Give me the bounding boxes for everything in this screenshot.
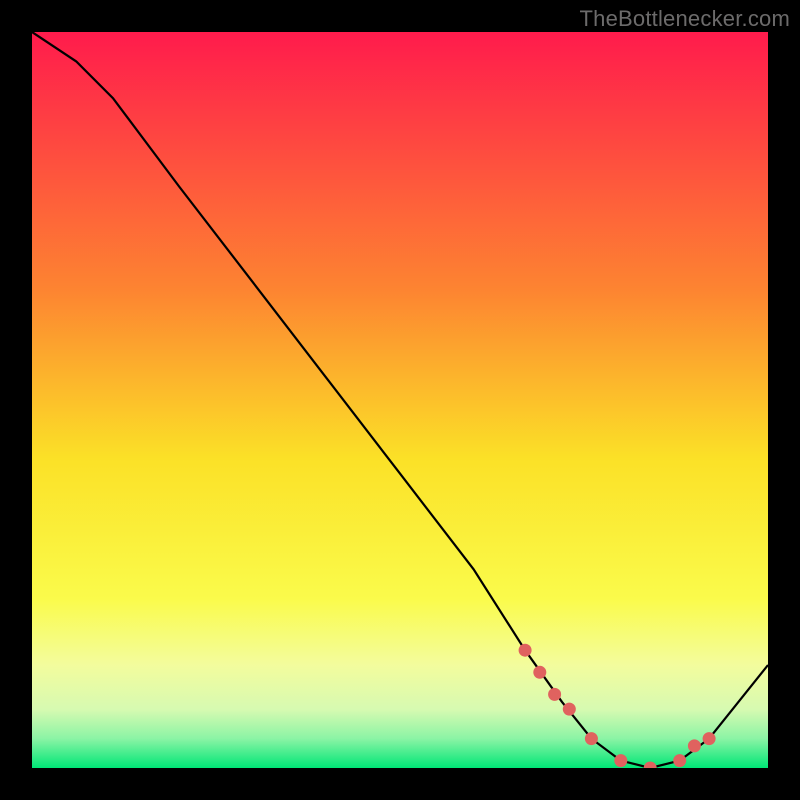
marker-point bbox=[585, 732, 598, 745]
marker-point bbox=[614, 754, 627, 767]
marker-point bbox=[563, 703, 576, 716]
marker-point bbox=[673, 754, 686, 767]
chart-frame: TheBottlenecker.com bbox=[0, 0, 800, 800]
marker-point bbox=[519, 644, 532, 657]
marker-point bbox=[703, 732, 716, 745]
chart-svg bbox=[32, 32, 768, 768]
plot-area bbox=[32, 32, 768, 768]
marker-point bbox=[688, 739, 701, 752]
marker-point bbox=[533, 666, 546, 679]
watermark-text: TheBottlenecker.com bbox=[580, 6, 790, 32]
marker-point bbox=[548, 688, 561, 701]
gradient-background bbox=[32, 32, 768, 768]
